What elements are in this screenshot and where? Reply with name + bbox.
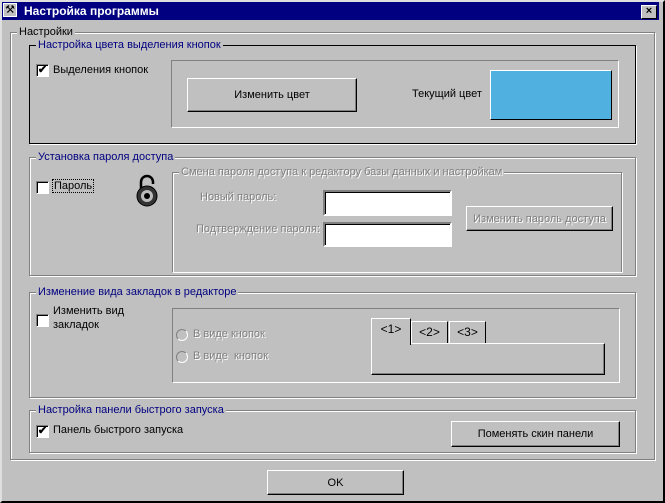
highlight-checkbox[interactable]: ✔ [36,64,49,77]
ok-button[interactable]: OK [267,470,404,495]
confirm-password-label: Подтверждение пароля: [196,223,320,235]
password-checkbox[interactable] [36,181,49,194]
tabs-view-legend: Изменение вида закладок в редакторе [36,286,239,299]
confirm-password-input[interactable] [323,222,452,247]
tabs-view-label-line2: закладок [53,319,99,331]
radio-1-label: В виде кнопок [193,328,265,340]
tabs-view-checkbox[interactable] [36,314,49,327]
quick-panel-label: Панель быстрого запуска [53,424,184,436]
quick-panel-checkbox[interactable]: ✔ [36,425,49,438]
tabs-view-label-line1: Изменить вид [53,305,125,317]
change-password-legend: Смена пароля доступа к редактору базы да… [179,166,505,179]
settings-group-label: Настройки [17,26,75,39]
tab-2[interactable]: <2> [411,321,448,343]
change-skin-button[interactable]: Поменять скин панели [451,421,620,447]
password-checkbox-label: Пароль [52,179,95,193]
change-color-label: Изменить цвет [234,89,310,101]
new-password-label: Новый пароль: [200,191,277,203]
radio-buttons-style-2[interactable] [176,351,188,363]
tab-3[interactable]: <3> [449,321,486,343]
tab-body [371,343,605,375]
title-bar: Настройка программы [2,2,659,20]
app-icon: ⚒ [3,3,17,17]
change-color-button[interactable]: Изменить цвет [187,78,357,112]
close-button[interactable]: × [641,5,657,19]
radio-buttons-style-1[interactable] [176,329,188,341]
change-password-label: Изменить пароль доступа [473,212,606,225]
tab-1[interactable]: <1> [371,318,411,345]
radio-2-label: В виде кнопок [193,350,268,362]
new-password-input[interactable] [323,190,452,216]
current-color-swatch[interactable] [490,70,612,120]
window-title: Настройка программы [24,4,159,18]
quick-panel-legend: Настройка панели быстрого запуска [36,404,226,417]
current-color-label: Текущий цвет [412,88,482,100]
highlight-legend: Настройка цвета выделения кнопок [36,39,223,52]
password-legend: Установка пароля доступа [36,151,176,164]
change-password-button[interactable]: Изменить пароль доступа [466,206,613,231]
lock-icon [136,174,158,207]
change-skin-label: Поменять скин панели [477,428,594,440]
highlight-checkbox-label: Выделения кнопок [53,64,149,76]
ok-label: OK [327,476,344,489]
